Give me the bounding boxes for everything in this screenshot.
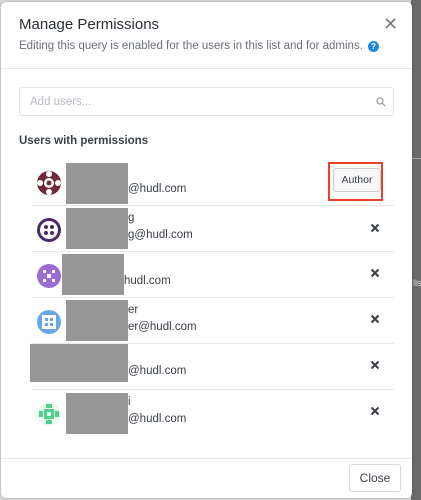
remove-user-icon[interactable]: [370, 406, 380, 416]
user-email: hudl.com: [124, 275, 171, 287]
backdrop-text: lls: [413, 278, 421, 288]
footer-divider: [1, 458, 412, 459]
dialog-subtitle: Editing this query is enabled for the us…: [19, 40, 379, 52]
user-avatar: [37, 264, 61, 288]
user-email: @hudl.com: [128, 413, 187, 425]
redacted-block: [66, 208, 128, 249]
manage-permissions-dialog: Manage Permissions ✕ Editing this query …: [1, 2, 412, 498]
subtitle-text: Editing this query is enabled for the us…: [19, 40, 363, 52]
user-avatar: [37, 402, 61, 426]
redacted-block: [66, 300, 128, 341]
users-with-permissions-heading: Users with permissions: [19, 135, 149, 147]
user-row: i @hudl.com: [31, 390, 394, 435]
user-email: @hudl.com: [128, 365, 187, 377]
search-icon: [376, 97, 386, 107]
user-avatar: [37, 218, 61, 242]
author-role-button[interactable]: Author: [333, 168, 381, 192]
redacted-block: [30, 344, 128, 382]
close-icon[interactable]: ✕: [383, 14, 398, 34]
redacted-block: [66, 393, 128, 434]
redacted-block: [66, 163, 128, 204]
close-button[interactable]: Close: [349, 464, 401, 492]
remove-user-icon[interactable]: [370, 268, 380, 278]
user-email: @hudl.com: [128, 183, 187, 195]
user-name: g: [128, 212, 135, 224]
user-email: g@hudl.com: [128, 229, 193, 241]
redacted-block: [62, 254, 124, 295]
page-backdrop: lls: [411, 0, 421, 500]
remove-user-icon[interactable]: [370, 360, 380, 370]
user-avatar: [37, 310, 61, 334]
backdrop-line: [411, 158, 421, 159]
add-users-input[interactable]: [19, 87, 394, 116]
header-divider: [1, 68, 412, 69]
user-row: er er@hudl.com: [31, 298, 394, 343]
user-row: @hudl.com: [30, 344, 394, 389]
user-row: hudl.com: [31, 252, 394, 297]
dialog-title: Manage Permissions: [19, 16, 160, 33]
user-email: er@hudl.com: [128, 321, 197, 333]
user-avatar: [37, 171, 61, 195]
help-icon[interactable]: ?: [367, 41, 379, 52]
remove-user-icon[interactable]: [370, 314, 380, 324]
remove-user-icon[interactable]: [370, 223, 380, 233]
user-name: er: [128, 304, 139, 316]
user-name: i: [128, 396, 131, 408]
user-row: g g@hudl.com: [31, 206, 394, 251]
